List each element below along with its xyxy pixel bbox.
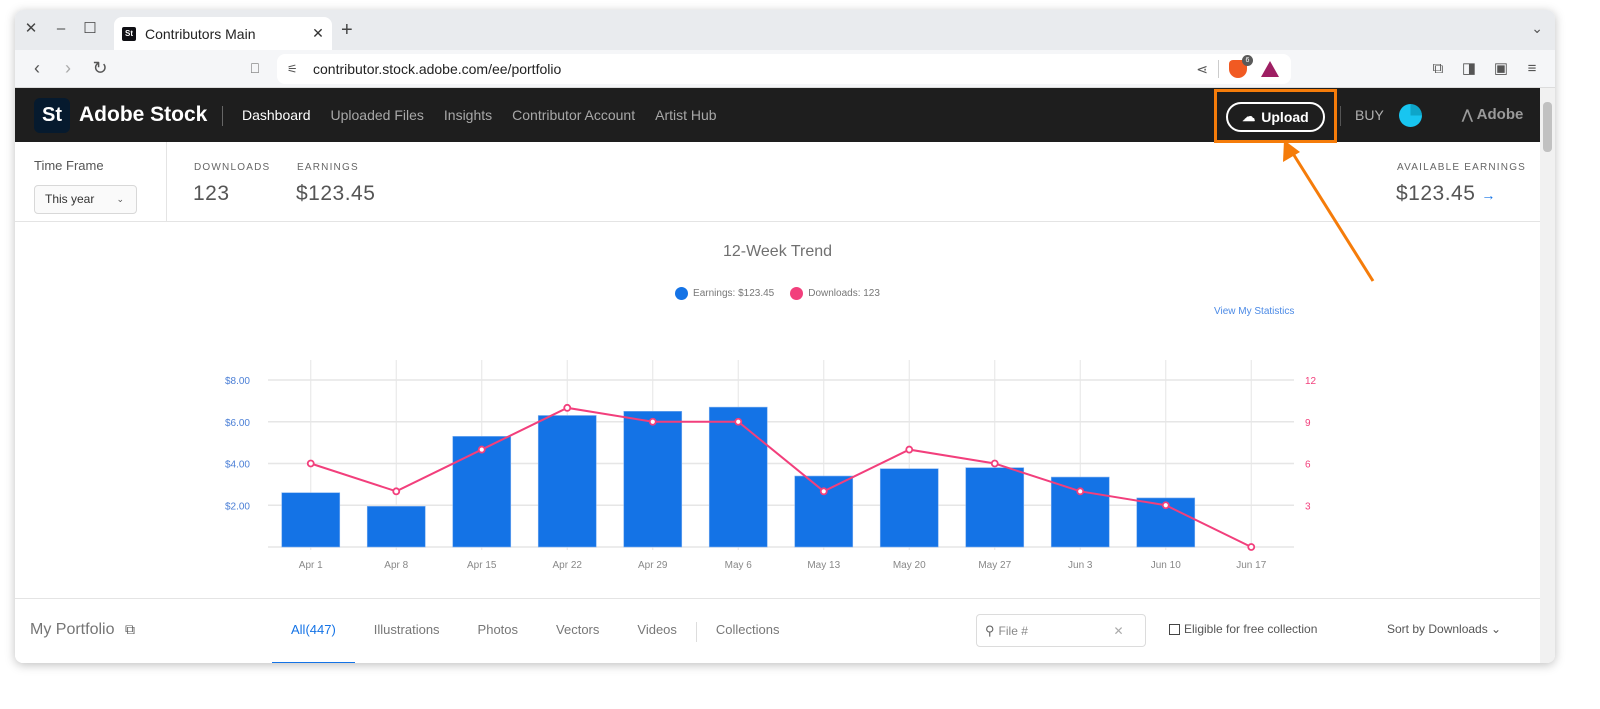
- bar-earnings: [623, 411, 683, 548]
- bar-earnings: [879, 468, 939, 548]
- point-downloads: [1247, 543, 1256, 551]
- point-downloads: [1161, 501, 1170, 510]
- clear-icon[interactable]: ✕: [1114, 624, 1124, 638]
- sidebar-icon[interactable]: ◨: [1460, 60, 1478, 78]
- adobe-stock-favicon-icon: St: [122, 26, 136, 41]
- divider: [1218, 60, 1219, 78]
- x-tick-label: Jun 17: [1236, 560, 1266, 571]
- x-tick-label: Apr 29: [638, 560, 668, 571]
- tab-close-icon[interactable]: ✕: [308, 25, 328, 42]
- browser-window: ✕ – ☐ St Contributors Main ✕ + ⌄ ‹ › ↻ ⎕…: [15, 10, 1555, 663]
- x-tick-label: Apr 8: [384, 560, 408, 571]
- forward-icon[interactable]: ›: [57, 58, 79, 80]
- close-window-icon[interactable]: ✕: [21, 19, 41, 39]
- bookmark-icon[interactable]: ⎕: [244, 58, 266, 80]
- tab-title: Contributors Main: [145, 25, 256, 42]
- browser-tab[interactable]: St Contributors Main ✕: [114, 17, 332, 50]
- point-downloads: [734, 417, 743, 426]
- x-tick-label: May 20: [893, 560, 926, 571]
- file-search: ⚲ ✕: [976, 614, 1146, 647]
- x-tick-label: Apr 22: [553, 560, 583, 571]
- x-tick-label: Apr 1: [299, 560, 323, 571]
- point-downloads: [563, 403, 572, 412]
- url-text[interactable]: contributor.stock.adobe.com/ee/portfolio: [313, 61, 1196, 77]
- point-downloads: [392, 487, 401, 496]
- y-right-tick-label: 12: [1305, 376, 1317, 387]
- point-downloads: [306, 459, 315, 468]
- tab-strip: ✕ – ☐ St Contributors Main ✕ + ⌄: [15, 10, 1555, 50]
- scrollbar-thumb[interactable]: [1543, 102, 1552, 152]
- bar-earnings: [366, 505, 426, 548]
- bar-earnings: [965, 467, 1025, 548]
- portfolio-title: My Portfolio: [30, 621, 115, 638]
- address-bar[interactable]: ⚟ contributor.stock.adobe.com/ee/portfol…: [277, 54, 1291, 84]
- extensions-icon[interactable]: ⧉: [1429, 60, 1447, 78]
- new-tab-icon[interactable]: +: [341, 19, 353, 42]
- search-icon: ⚲: [985, 622, 995, 638]
- portfolio-tabs: All(447) Illustrations Photos Vectors Vi…: [272, 599, 799, 663]
- back-icon[interactable]: ‹: [26, 58, 48, 80]
- y-right-tick-label: 6: [1305, 460, 1311, 471]
- tab-photos[interactable]: Photos: [459, 599, 537, 663]
- bar-earnings: [281, 492, 341, 548]
- y-right-tick-label: 3: [1305, 501, 1311, 512]
- x-tick-label: May 6: [725, 560, 753, 571]
- x-tick-label: May 27: [978, 560, 1011, 571]
- eligible-label: Eligible for free collection: [1184, 622, 1318, 636]
- eligible-checkbox[interactable]: Eligible for free collection: [1169, 622, 1317, 636]
- trend-chart: $2.00 $4.00 $6.00 $8.00 3 6 9 12 Apr 1 Apr 8 Apr 1…: [225, 360, 1317, 571]
- bar-earnings: [708, 406, 768, 548]
- bar-earnings: [537, 415, 597, 548]
- tab-videos[interactable]: Videos: [618, 599, 696, 663]
- x-tick-label: Jun 10: [1151, 560, 1181, 571]
- browser-toolbar: ‹ › ↻ ⎕ ⚟ contributor.stock.adobe.com/ee…: [15, 50, 1555, 88]
- point-downloads: [1076, 487, 1085, 496]
- checkbox-icon[interactable]: [1169, 623, 1180, 635]
- wallet-icon[interactable]: ▣: [1492, 60, 1510, 78]
- tab-all[interactable]: All(447): [272, 599, 355, 663]
- maximize-icon[interactable]: ☐: [80, 19, 100, 39]
- point-downloads: [990, 459, 999, 468]
- file-number-input[interactable]: [998, 623, 1114, 638]
- y-left-tick-label: $8.00: [225, 376, 250, 387]
- x-tick-label: May 13: [807, 560, 840, 571]
- tab-search-chevron-icon[interactable]: ⌄: [1531, 20, 1543, 37]
- x-tick-label: Jun 3: [1068, 560, 1093, 571]
- y-left-tick-label: $2.00: [225, 501, 250, 512]
- shields-count-badge: 6: [1242, 55, 1253, 66]
- y-right-tick-label: 9: [1305, 418, 1311, 429]
- menu-icon[interactable]: ≡: [1523, 60, 1541, 78]
- x-tick-label: Apr 15: [467, 560, 497, 571]
- share-icon[interactable]: ⋖: [1196, 61, 1208, 78]
- tab-collections[interactable]: Collections: [697, 599, 799, 663]
- bar-earnings: [794, 475, 854, 548]
- external-link-icon[interactable]: ⧉: [125, 621, 135, 638]
- point-downloads: [477, 445, 486, 454]
- tab-illustrations[interactable]: Illustrations: [355, 599, 459, 663]
- portfolio-bar: My Portfolio ⧉ All(447) Illustrations Ph…: [15, 598, 1540, 663]
- sort-dropdown[interactable]: Sort by Downloads ⌄: [1387, 622, 1501, 636]
- page-scrollbar[interactable]: [1540, 88, 1555, 663]
- y-left-tick-label: $6.00: [225, 418, 250, 429]
- line-downloads: [310, 406, 1252, 548]
- tab-vectors[interactable]: Vectors: [537, 599, 618, 663]
- brave-rewards-icon[interactable]: [1261, 61, 1279, 77]
- brave-shields-icon[interactable]: 6: [1229, 55, 1253, 78]
- site-settings-icon[interactable]: ⚟: [287, 62, 305, 76]
- point-downloads: [905, 445, 914, 454]
- page-content: St Adobe Stock Dashboard Uploaded Files …: [15, 88, 1540, 663]
- reload-icon[interactable]: ↻: [89, 58, 111, 80]
- point-downloads: [648, 417, 657, 426]
- minimize-icon[interactable]: –: [51, 19, 71, 39]
- y-left-tick-label: $4.00: [225, 460, 250, 471]
- point-downloads: [819, 487, 828, 496]
